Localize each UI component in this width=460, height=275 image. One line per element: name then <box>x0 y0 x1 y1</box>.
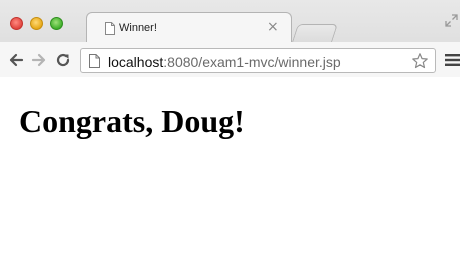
browser-chrome: Winner! × localhost:8080/exam1-mvc/winne… <box>0 0 460 77</box>
tab-close-icon[interactable]: × <box>267 19 279 35</box>
arrow-right-icon[interactable] <box>31 52 47 68</box>
tab-title: Winner! <box>119 22 157 34</box>
page-icon <box>89 54 100 68</box>
arrow-left-icon[interactable] <box>8 52 24 68</box>
toolbar: localhost:8080/exam1-mvc/winner.jsp <box>0 42 460 77</box>
window-minimize-button[interactable] <box>30 17 43 30</box>
url-host: localhost <box>108 54 164 70</box>
fullscreen-icon[interactable] <box>445 14 458 27</box>
url-text: localhost:8080/exam1-mvc/winner.jsp <box>108 54 341 70</box>
page-icon <box>105 22 115 35</box>
star-icon[interactable] <box>411 52 429 70</box>
window-zoom-button[interactable] <box>50 17 63 30</box>
new-tab-button[interactable] <box>292 24 338 42</box>
tab-strip: Winner! × <box>0 0 460 42</box>
url-path: :8080/exam1-mvc/winner.jsp <box>163 54 341 70</box>
address-bar[interactable]: localhost:8080/exam1-mvc/winner.jsp <box>80 48 436 73</box>
tab-winner[interactable]: Winner! × <box>86 12 292 42</box>
reload-icon[interactable] <box>55 52 71 68</box>
page-heading: Congrats, Doug! <box>19 103 245 139</box>
window-close-button[interactable] <box>10 17 23 30</box>
page-content: Congrats, Doug! <box>0 78 460 275</box>
hamburger-menu-icon[interactable] <box>445 54 460 66</box>
